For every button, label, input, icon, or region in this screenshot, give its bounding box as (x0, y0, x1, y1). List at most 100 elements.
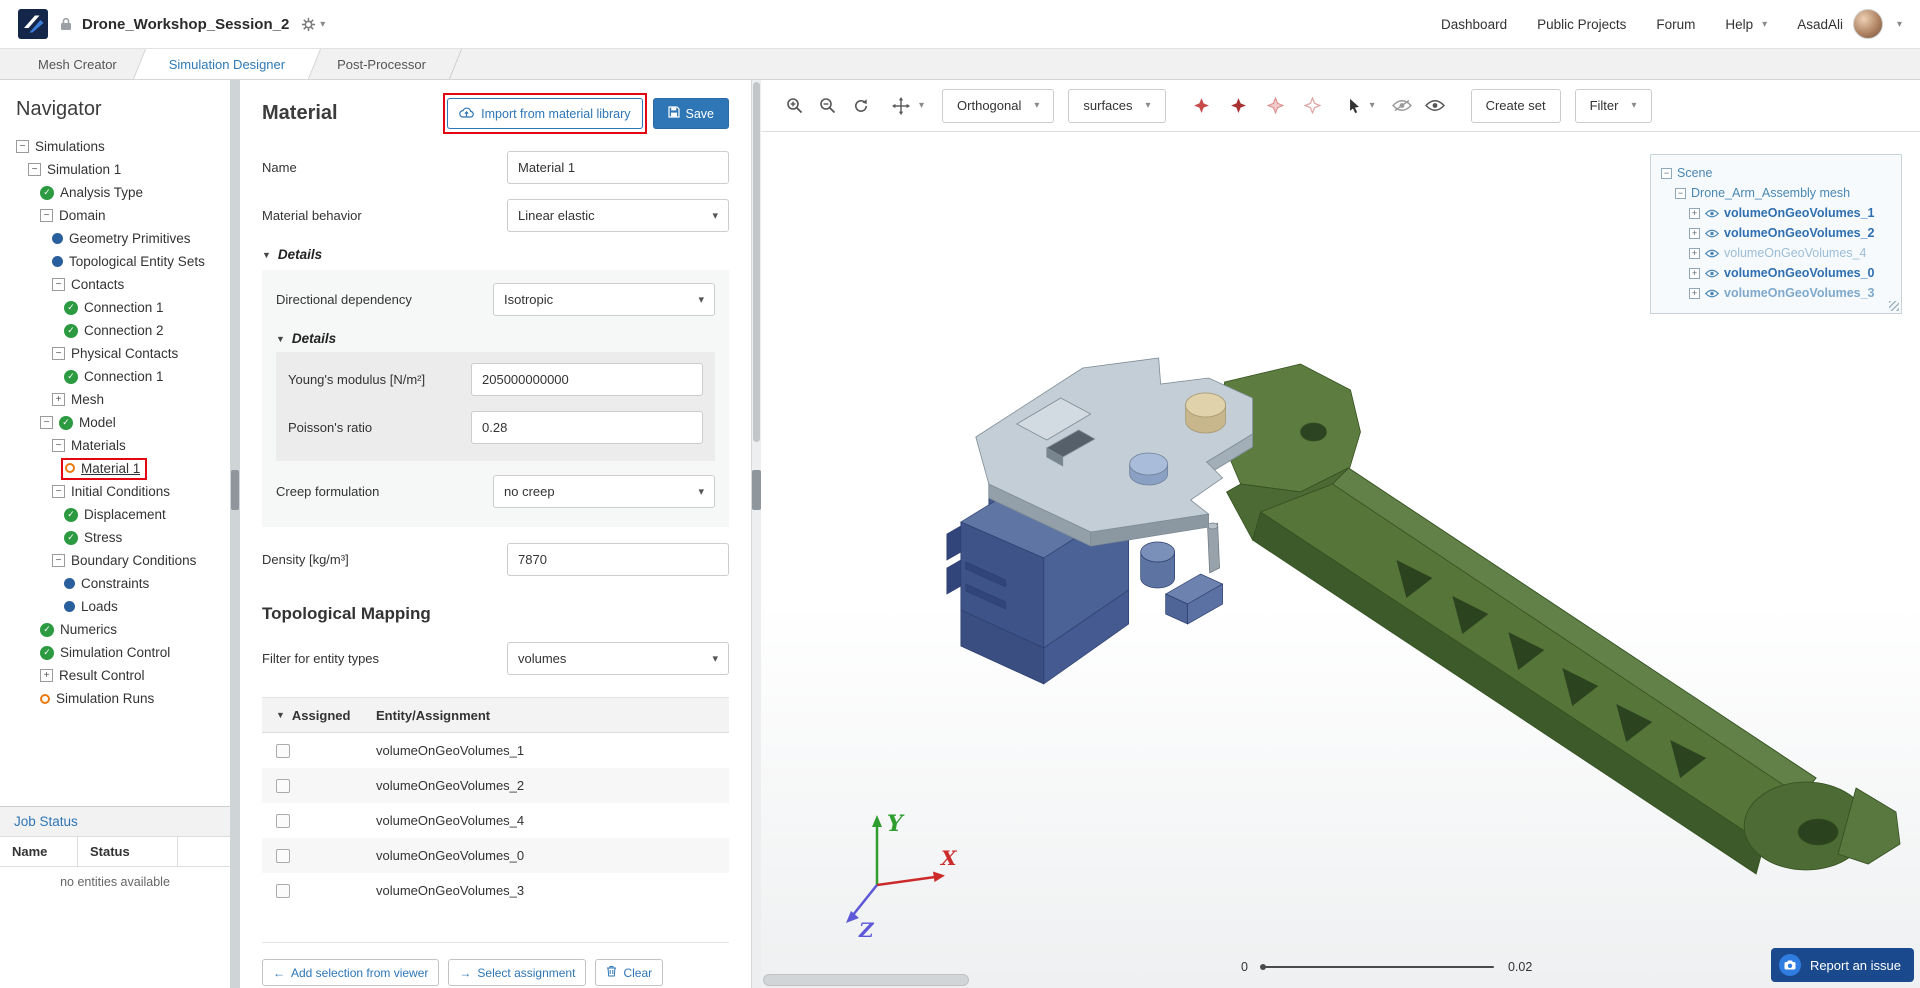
table-row[interactable]: volumeOnGeoVolumes_1 (262, 733, 729, 768)
show-all-eye-icon[interactable] (1422, 92, 1449, 119)
row-checkbox[interactable] (276, 849, 290, 863)
tree-item-geometry-primitives[interactable]: Geometry Primitives (0, 227, 230, 250)
scene-volume-item[interactable]: + volumeOnGeoVolumes_3 (1661, 283, 1891, 303)
tab-mesh-creator[interactable]: Mesh Creator (12, 49, 143, 79)
expand-icon[interactable]: + (1689, 228, 1700, 239)
nav-help[interactable]: Help ▾ (1725, 17, 1767, 32)
selection-filter-icon-1[interactable] (1188, 92, 1215, 119)
inner-details-toggle[interactable]: ▼ Details (276, 331, 715, 346)
table-row[interactable]: volumeOnGeoVolumes_2 (262, 768, 729, 803)
directional-dependency-select[interactable]: Isotropic ▾ (493, 283, 715, 316)
row-checkbox[interactable] (276, 779, 290, 793)
selection-filter-icon-4[interactable] (1299, 92, 1326, 119)
panel-collapse-handle[interactable] (231, 470, 239, 510)
scene-volume-item[interactable]: + volumeOnGeoVolumes_1 (1661, 203, 1891, 223)
material-behavior-select[interactable]: Linear elastic ▾ (507, 199, 729, 232)
select-assignment-button[interactable]: → Select assignment (448, 959, 586, 986)
collapse-icon[interactable]: − (1675, 188, 1686, 199)
entity-filter-select[interactable]: volumes ▾ (507, 642, 729, 675)
scene-volume-item[interactable]: + volumeOnGeoVolumes_2 (1661, 223, 1891, 243)
tree-item-contacts[interactable]: −Contacts (0, 273, 230, 296)
import-material-library-button[interactable]: Import from material library (447, 98, 642, 129)
collapse-icon[interactable]: − (52, 554, 65, 567)
add-selection-from-viewer-button[interactable]: ← Add selection from viewer (262, 959, 439, 986)
tree-item-boundary-conditions[interactable]: −Boundary Conditions (0, 549, 230, 572)
tree-item-topological-entity-sets[interactable]: Topological Entity Sets (0, 250, 230, 273)
tree-item-simulation-runs[interactable]: Simulation Runs (0, 687, 230, 710)
tree-item-stress[interactable]: ✓Stress (0, 526, 230, 549)
eye-icon[interactable] (1705, 209, 1719, 218)
tree-item-loads[interactable]: Loads (0, 595, 230, 618)
clear-button[interactable]: Clear (595, 959, 663, 986)
tree-item-simulation-control[interactable]: ✓Simulation Control (0, 641, 230, 664)
pan-tool-button[interactable]: ▾ (892, 97, 924, 115)
collapse-icon[interactable]: − (52, 278, 65, 291)
chevron-down-icon[interactable]: ▾ (320, 19, 325, 30)
collapse-icon[interactable]: − (40, 416, 53, 429)
selection-filter-icon-3[interactable] (1262, 92, 1289, 119)
tree-item-physical-contacts[interactable]: −Physical Contacts (0, 342, 230, 365)
expand-icon[interactable]: + (1689, 288, 1700, 299)
nav-dashboard[interactable]: Dashboard (1441, 17, 1507, 32)
zoom-in-button[interactable] (781, 92, 808, 119)
gear-icon[interactable] (301, 17, 316, 32)
row-checkbox[interactable] (276, 884, 290, 898)
expand-icon[interactable]: + (1689, 268, 1700, 279)
details-toggle[interactable]: ▼ Details (262, 247, 729, 262)
render-mode-button[interactable]: surfaces ▾ (1068, 89, 1165, 123)
hide-selection-icon[interactable] (1389, 92, 1416, 119)
nav-public-projects[interactable]: Public Projects (1537, 17, 1626, 32)
filter-button[interactable]: Filter ▾ (1575, 89, 1652, 123)
collapse-icon[interactable]: − (52, 439, 65, 452)
save-button[interactable]: Save (653, 98, 730, 129)
expand-icon[interactable]: + (52, 393, 65, 406)
tree-item-physical-connection-1[interactable]: ✓Connection 1 (0, 365, 230, 388)
collapse-icon[interactable]: − (28, 163, 41, 176)
scrollbar-thumb[interactable] (753, 82, 760, 442)
tab-simulation-designer[interactable]: Simulation Designer (143, 49, 311, 79)
expand-icon[interactable]: + (1689, 208, 1700, 219)
tree-item-connection-2[interactable]: ✓Connection 2 (0, 319, 230, 342)
panel-resize-gutter[interactable] (230, 80, 240, 988)
panel-collapse-handle[interactable] (752, 470, 761, 510)
expand-icon[interactable]: + (40, 669, 53, 682)
tree-item-analysis-type[interactable]: ✓Analysis Type (0, 181, 230, 204)
tab-post-processor[interactable]: Post-Processor (311, 49, 452, 79)
expand-icon[interactable]: + (1689, 248, 1700, 259)
row-checkbox[interactable] (276, 744, 290, 758)
poissons-ratio-input[interactable] (471, 411, 703, 444)
scene-root-item[interactable]: − Scene (1661, 163, 1891, 183)
density-input[interactable] (507, 543, 729, 576)
sort-triangle-icon[interactable]: ▼ (276, 710, 285, 720)
table-row[interactable]: volumeOnGeoVolumes_4 (262, 803, 729, 838)
nav-forum[interactable]: Forum (1656, 17, 1695, 32)
material-name-input[interactable] (507, 151, 729, 184)
tree-item-initial-conditions[interactable]: −Initial Conditions (0, 480, 230, 503)
collapse-icon[interactable]: − (40, 209, 53, 222)
collapse-icon[interactable]: − (52, 485, 65, 498)
tree-item-numerics[interactable]: ✓Numerics (0, 618, 230, 641)
eye-icon[interactable] (1705, 269, 1719, 278)
tree-item-mesh[interactable]: +Mesh (0, 388, 230, 411)
tree-item-model[interactable]: −✓Model (0, 411, 230, 434)
tree-item-constraints[interactable]: Constraints (0, 572, 230, 595)
zoom-out-button[interactable] (814, 92, 841, 119)
youngs-modulus-input[interactable] (471, 363, 703, 396)
row-checkbox[interactable] (276, 814, 290, 828)
horizontal-scrollbar[interactable] (763, 974, 969, 986)
tree-item-simulations[interactable]: −Simulations (0, 135, 230, 158)
report-issue-button[interactable]: Report an issue (1771, 948, 1914, 982)
scene-volume-item[interactable]: + volumeOnGeoVolumes_0 (1661, 263, 1891, 283)
collapse-icon[interactable]: − (16, 140, 29, 153)
table-row[interactable]: volumeOnGeoVolumes_3 (262, 873, 729, 908)
app-logo-icon[interactable] (18, 9, 48, 39)
user-menu[interactable]: AsadAli ▾ (1797, 9, 1902, 39)
eye-icon[interactable] (1705, 229, 1719, 238)
scene-volume-item[interactable]: + volumeOnGeoVolumes_4 (1661, 243, 1891, 263)
tree-item-material-1[interactable]: Material 1 (0, 457, 230, 480)
tree-item-simulation-1[interactable]: −Simulation 1 (0, 158, 230, 181)
fit-view-button[interactable] (847, 92, 874, 119)
eye-icon[interactable] (1705, 249, 1719, 258)
projection-mode-button[interactable]: Orthogonal ▾ (942, 89, 1054, 123)
tree-item-domain[interactable]: −Domain (0, 204, 230, 227)
